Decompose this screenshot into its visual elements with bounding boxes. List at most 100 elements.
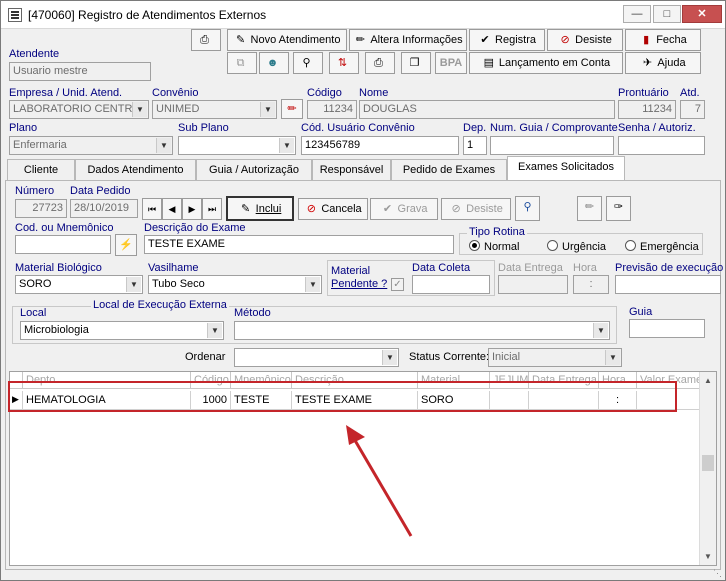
altera-informacoes-button[interactable]: ✏ Altera Informações — [349, 29, 467, 51]
vasilhame-select[interactable]: Tubo Seco ▼ — [148, 275, 322, 294]
printer-icon: ⎙ — [200, 34, 209, 46]
documents-button[interactable]: ❐ — [401, 52, 431, 74]
tipo-rotina-label: Tipo Rotina — [467, 226, 527, 238]
hora-label: Hora — [573, 262, 597, 274]
tab-cliente[interactable]: Cliente — [7, 159, 75, 180]
tab-exames-solicitados[interactable]: Exames Solicitados — [507, 156, 625, 181]
atd-label: Atd. — [680, 87, 700, 99]
scroll-thumb[interactable] — [702, 455, 714, 471]
data-pedido-field[interactable]: 28/10/2019 — [70, 199, 138, 218]
fecha-button[interactable]: ▮ Fecha — [625, 29, 701, 51]
lightning-icon: ⚡ — [119, 239, 133, 251]
grid-vertical-scrollbar[interactable]: ▲ ▼ — [699, 372, 716, 565]
lancamento-conta-button[interactable]: ▤ Lançamento em Conta — [469, 52, 623, 74]
empresa-select[interactable]: LABORATORIO CENTR. ▼ — [9, 100, 149, 119]
tab-exames-solicitados-label: Exames Solicitados — [518, 161, 614, 173]
tab-responsavel[interactable]: Responsável — [312, 159, 391, 180]
help-icon: ✈ — [642, 57, 653, 69]
resize-grip-icon[interactable]: ⋱ — [713, 568, 723, 578]
codigo-field[interactable]: 11234 — [307, 100, 357, 119]
novo-atendimento-button[interactable]: ✎ Novo Atendimento — [227, 29, 347, 51]
previsao-field[interactable] — [615, 275, 721, 294]
register-icon: ✔ — [480, 34, 490, 46]
copy-button[interactable]: ⧉ — [227, 52, 257, 74]
bpa-label: BPA — [439, 57, 463, 69]
sign-exam-button[interactable]: ✑ — [606, 196, 631, 221]
subplano-select[interactable]: ▼ — [178, 136, 296, 155]
rotina-urgencia-radio[interactable]: Urgência — [547, 240, 606, 253]
tab-dados-atendimento[interactable]: Dados Atendimento — [75, 159, 196, 180]
printer-icon: ⎙ — [374, 57, 383, 69]
rotina-normal-label: Normal — [484, 241, 520, 253]
lightning-button[interactable]: ⚡ — [115, 234, 137, 256]
registra-button[interactable]: ✔ Registra — [469, 29, 545, 51]
next-record-button[interactable]: ▶ — [182, 198, 202, 220]
senha-field[interactable] — [618, 136, 705, 155]
sort-button[interactable]: ⇅ — [329, 52, 359, 74]
guia-field[interactable] — [629, 319, 705, 338]
metodo-select[interactable]: ▼ — [234, 321, 610, 340]
atendente-field[interactable]: Usuario mestre — [9, 62, 151, 81]
tab-guia-autorizacao[interactable]: Guia / Autorização — [196, 159, 312, 180]
chevron-down-icon: ▼ — [593, 323, 608, 338]
last-record-button[interactable]: ⏭ — [202, 198, 222, 220]
atendente-label: Atendente — [9, 48, 60, 60]
dep-field[interactable]: 1 — [463, 136, 487, 155]
descricao-field[interactable]: TESTE EXAME — [144, 235, 454, 254]
senha-label: Senha / Autoriz. — [618, 122, 696, 134]
numero-field[interactable]: 27723 — [15, 199, 67, 218]
desiste-toolbar-button[interactable]: ⊘ Desiste — [547, 29, 623, 51]
next-icon: ▶ — [188, 204, 196, 214]
numero-label: Número — [15, 185, 55, 197]
desiste-form-button[interactable]: ⊘ Desiste — [441, 198, 511, 220]
inclui-label: Inclui — [255, 203, 282, 215]
status-select[interactable]: Inicial ▼ — [488, 348, 622, 367]
num-guia-field[interactable] — [490, 136, 614, 155]
signature-icon: ✑ — [613, 201, 624, 213]
data-coleta-field[interactable] — [412, 275, 490, 294]
nome-field[interactable]: DOUGLAS — [359, 100, 615, 119]
cod-usuario-label: Cód. Usuário Convênio — [301, 122, 415, 134]
data-entrega-field[interactable] — [498, 275, 568, 294]
scroll-down-icon[interactable]: ▼ — [700, 548, 716, 565]
cancela-label: Cancela — [321, 203, 362, 215]
user-search-button[interactable]: ☻ — [259, 52, 289, 74]
local-select[interactable]: Microbiologia ▼ — [20, 321, 224, 340]
hora-field[interactable]: : — [573, 275, 609, 294]
prev-record-button[interactable]: ◀ — [162, 198, 182, 220]
prontuario-field[interactable]: 11234 — [618, 100, 676, 119]
cancela-button[interactable]: ⊘ Cancela — [298, 198, 368, 220]
minimize-button[interactable]: — — [623, 5, 651, 23]
print2-button[interactable]: ⎙ — [365, 52, 395, 74]
print-button[interactable]: ⎙ — [191, 29, 221, 51]
rotina-emergencia-radio[interactable]: Emergência — [625, 240, 699, 253]
cod-mnemonico-field[interactable] — [15, 235, 111, 254]
material-select[interactable]: SORO ▼ — [15, 275, 143, 294]
annotation-arrow-icon — [346, 425, 413, 537]
window-title: [470060] Registro de Atendimentos Extern… — [28, 8, 267, 22]
edit-exam-button[interactable]: ✏ — [577, 196, 602, 221]
rotina-emergencia-label: Emergência — [640, 241, 699, 253]
convenio-action-button[interactable]: ✏ — [281, 99, 303, 119]
chevron-down-icon: ▼ — [126, 277, 141, 292]
atd-field[interactable]: 7 — [680, 100, 705, 119]
close-window-button[interactable]: ✕ — [682, 5, 722, 23]
ordenar-select[interactable]: ▼ — [234, 348, 399, 367]
chevron-down-icon: ▼ — [305, 277, 320, 292]
convenio-select[interactable]: UNIMED ▼ — [152, 100, 277, 119]
first-record-button[interactable]: ⏮ — [142, 198, 162, 220]
zoom-button[interactable]: ⚲ — [293, 52, 323, 74]
inclui-button[interactable]: ✎ Inclui — [226, 196, 294, 221]
rotina-normal-radio[interactable]: Normal — [469, 240, 519, 253]
bpa-button[interactable]: BPA — [435, 52, 467, 74]
grava-button[interactable]: ✔ Grava — [370, 198, 438, 220]
material-pendente-checkbox[interactable]: ✓ — [391, 278, 404, 291]
maximize-button[interactable]: □ — [653, 5, 681, 23]
cod-usuario-field[interactable]: 123456789 — [301, 136, 459, 155]
prev-icon: ◀ — [168, 204, 176, 214]
tab-pedido-exames[interactable]: Pedido de Exames — [391, 159, 507, 180]
plano-select[interactable]: Enfermaria ▼ — [9, 136, 173, 155]
scroll-up-icon[interactable]: ▲ — [700, 372, 716, 389]
ajuda-button[interactable]: ✈ Ajuda — [625, 52, 701, 74]
search-exam-button[interactable]: ⚲ — [515, 196, 540, 221]
